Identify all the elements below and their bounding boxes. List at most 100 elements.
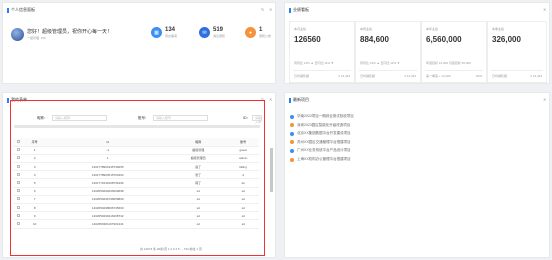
filter-nickname-input[interactable]: 请输入昵称	[52, 115, 107, 121]
profile-panel: 个人信息面板 ↻ ✕ 您好！超级管理员，祝你开心每一天！ 一级管理: 150 ▦…	[2, 2, 276, 84]
row-checkbox[interactable]	[13, 219, 23, 229]
table-row[interactable]: 10 1402659301167901344 sd sd	[13, 219, 259, 229]
table-row[interactable]: 6 1402659292005269698 sd sd	[13, 187, 259, 196]
project-item-text: 广州XX业务系统平台产品设计项目	[297, 148, 351, 153]
table-cell: d	[227, 170, 259, 180]
table-cell: 9	[23, 211, 47, 221]
filter-account-label: 账号：	[138, 116, 149, 120]
table-cell: 1402659301167901344	[46, 219, 170, 229]
table-cell: 1402659296796659890	[46, 195, 170, 205]
table-cell: 1402659298606745600	[46, 203, 170, 213]
table-row[interactable]: 2 1 超级管理员 admin	[13, 154, 259, 164]
project-item[interactable]: 苏州XX园区交通管理平台搭建项目	[290, 140, 351, 145]
pagination[interactable]: 共 14673 条 20条/页 1 2 3 4 5 ... 734 前往 1 页	[140, 247, 202, 251]
project-item[interactable]: 华南2022项目一期综合测试验收项目	[290, 114, 354, 119]
kpi-value: 884,600	[360, 35, 389, 44]
performance-panel-title: 业绩看板	[289, 7, 309, 13]
kpi-footer: 日均销售额 ¥ 12,423	[294, 74, 350, 78]
stat-todo-label: 待办事项	[165, 34, 178, 38]
close-icon[interactable]: ✕	[543, 7, 546, 12]
vertical-scrollbar[interactable]	[270, 148, 273, 192]
profile-title-text: 个人信息面板	[11, 7, 35, 12]
kpi-foot-label: 日均销售额	[360, 74, 376, 78]
kpi-value: 126560	[294, 35, 321, 44]
column-header[interactable]: id	[46, 138, 170, 147]
table-cell: 2	[23, 154, 47, 164]
close-icon[interactable]: ✕	[269, 97, 272, 102]
table-cell: 张丁	[169, 170, 228, 180]
greeting-text: 您好！超级管理员，祝你开心每一天！	[27, 29, 113, 35]
filter-account-input[interactable]: 请输入账号	[153, 115, 208, 121]
row-checkbox[interactable]	[13, 162, 23, 172]
divider	[425, 70, 483, 71]
row-checkbox[interactable]	[13, 170, 23, 180]
filter-id-input[interactable]: 请输入ID	[252, 115, 262, 124]
select-all-checkbox[interactable]	[13, 138, 23, 147]
kpi-label: 本月业绩	[294, 27, 307, 31]
column-header[interactable]: 账号	[227, 138, 259, 147]
project-item[interactable]: 上海XX机构办公管理平台搭建项目	[290, 157, 351, 162]
row-checkbox[interactable]	[13, 178, 23, 188]
refresh-icon[interactable]: ↻	[261, 7, 264, 12]
table-row[interactable]: 4 1401778963515703494 张丁 d	[13, 170, 259, 180]
column-header[interactable]: 序号	[23, 138, 47, 147]
kpi-compare: 周同比 12% ▲ 日同比 11% ▼	[360, 61, 400, 65]
performance-panel: 业绩看板 ✕ 本月业绩 126560 周同比 12% ▲ 日同比 11% ▼ 日…	[284, 2, 550, 84]
table-row[interactable]: 7 1402659296796659890 sd sd	[13, 195, 259, 205]
filter-nickname-label: 昵称：	[37, 116, 48, 120]
row-checkbox[interactable]	[13, 187, 23, 196]
kpi-label: 本周业绩	[360, 27, 373, 31]
close-icon[interactable]: ✕	[269, 7, 272, 12]
table-row[interactable]: 1 -1 超级管理 guest	[13, 146, 259, 155]
table-cell: 韩丁	[169, 178, 228, 188]
calendar-icon[interactable]: ▦	[151, 27, 162, 38]
kpi-card-month[interactable]: 本月业绩 126560 周同比 12% ▲ 日同比 11% ▼ 日均销售额 ¥ 1…	[289, 21, 355, 83]
role-text: 一级管理: 150	[27, 36, 46, 40]
table-cell: 8	[23, 203, 47, 213]
table-cell: sd	[169, 203, 228, 213]
project-item[interactable]: 广州XX业务系统平台产品设计项目	[290, 148, 351, 153]
close-icon[interactable]: ✕	[543, 97, 546, 102]
table-cell: 3	[23, 162, 47, 172]
status-dot-icon	[290, 157, 294, 162]
kpi-foot-label: 日均销售额	[492, 74, 508, 78]
table-row[interactable]: 8 1402659298606745600 sd sd	[13, 203, 259, 213]
table-cell: 1402659299416268732	[46, 211, 170, 221]
kpi-label: 本季业绩	[492, 27, 505, 31]
table-cell: 10	[23, 219, 47, 229]
status-dot-icon	[290, 123, 294, 128]
row-checkbox[interactable]	[13, 154, 23, 164]
kpi-card-week[interactable]: 本周业绩 884,600 周同比 12% ▲ 日同比 11% ▼ 日均销售额 ¥ …	[355, 21, 421, 83]
kpi-value: 6,560,000	[426, 35, 462, 44]
table-row[interactable]: 3 1401778961945739265 赵丁 likling	[13, 162, 259, 172]
project-item[interactable]: 北京XX集团数据中台开发建设项目	[290, 131, 351, 136]
bell-icon[interactable]: ●	[245, 27, 256, 38]
row-checkbox[interactable]	[13, 146, 23, 155]
row-checkbox[interactable]	[13, 195, 23, 205]
project-item[interactable]: 深圳2023园区智能化升级改造项目	[290, 123, 350, 128]
kpi-compare: 年度目标 12,000 月度目标 50,000	[426, 61, 471, 65]
kpi-foot-value: ¥ 12,423	[404, 74, 416, 78]
table-cell: sd	[169, 187, 228, 196]
column-header[interactable]: 昵称	[169, 138, 228, 147]
stat-notice-label: 通知公告	[259, 34, 272, 38]
stat-notice-value: 1	[259, 27, 263, 33]
row-checkbox[interactable]	[13, 203, 23, 213]
table-cell: sd	[169, 195, 228, 205]
table-cell: admin	[227, 154, 259, 164]
table-row[interactable]: 9 1402659299416268732 sd sd	[13, 211, 259, 221]
message-icon[interactable]: ✉	[199, 27, 210, 38]
performance-title-text: 业绩看板	[293, 7, 309, 12]
row-checkbox[interactable]	[13, 211, 23, 221]
table-row[interactable]: 5 1401779139168736196 韩丁 ds	[13, 178, 259, 188]
kpi-card-quarter[interactable]: 本季业绩 326,000 日均销售额 ¥ 12,423	[487, 21, 547, 83]
table-cell: 赵丁	[169, 162, 228, 172]
divider	[491, 70, 543, 71]
horizontal-scrollbar[interactable]	[14, 125, 260, 128]
table-cell: sd	[227, 219, 259, 229]
kpi-card-year[interactable]: 本年业绩 6,560,000 年度目标 12,000 月度目标 50,000 第…	[421, 21, 487, 83]
table-cell: 1	[23, 146, 47, 155]
divider	[359, 70, 417, 71]
divider	[293, 70, 351, 71]
table-cell: 1	[46, 154, 170, 164]
